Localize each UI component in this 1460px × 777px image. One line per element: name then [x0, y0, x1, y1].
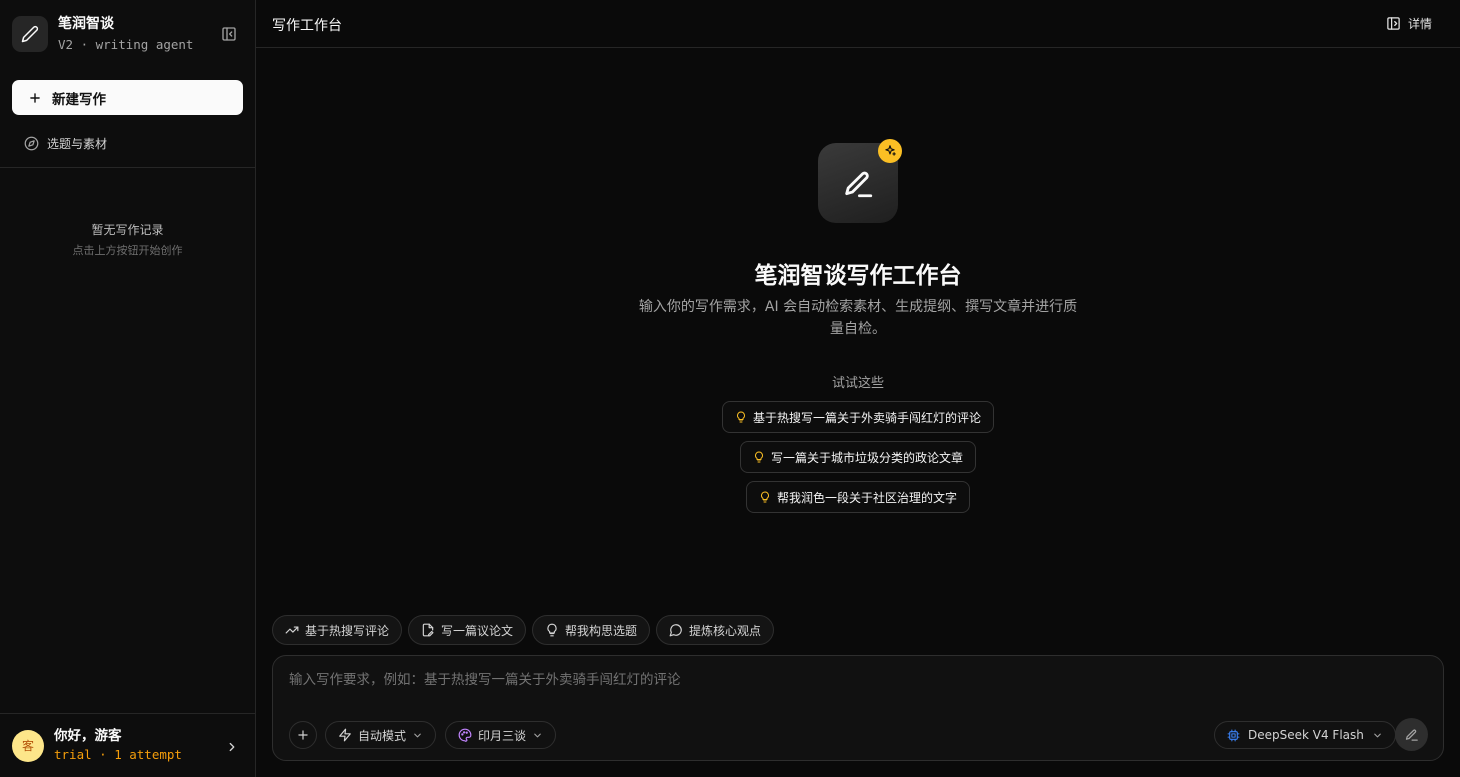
suggestion-label: 基于热搜写一篇关于外卖骑手闯红灯的评论 [753, 410, 982, 425]
palette-icon [458, 728, 472, 742]
sidebar-item-topics[interactable]: 选题与素材 [24, 135, 107, 152]
user-plan: trial · 1 attempt [54, 747, 182, 762]
mode-label: 自动模式 [358, 728, 407, 743]
prompt-input[interactable] [289, 668, 1419, 692]
collapse-sidebar-icon[interactable] [220, 25, 238, 43]
details-button[interactable]: 详情 [1386, 15, 1432, 32]
hero-description: 输入你的写作需求，AI 会自动检索素材、生成提纲、撰写文章并进行质量自检。 [638, 299, 1078, 337]
app-root: 笔润智谈 V2 · writing agent 新建写作 选题与素材 暂无写作记… [0, 0, 1460, 777]
trending-up-icon [285, 623, 299, 637]
lightbulb-icon [545, 623, 559, 637]
chip-label: 写一篇议论文 [441, 623, 514, 638]
model-select[interactable]: DeepSeek V4 Flash [1214, 721, 1396, 749]
new-writing-label: 新建写作 [52, 91, 106, 108]
chevron-down-icon [412, 730, 423, 741]
message-circle-icon [669, 623, 683, 637]
style-select[interactable]: 印月三谈 [445, 721, 557, 749]
page-title: 写作工作台 [272, 18, 342, 34]
composer: 自动模式 印月三谈 DeepSeek V4 Flash [272, 655, 1444, 761]
brand: 笔润智谈 V2 · writing agent [12, 16, 193, 52]
user-info: 你好，游客 trial · 1 attempt [54, 728, 182, 763]
model-label: DeepSeek V4 Flash [1248, 728, 1364, 742]
chevron-right-icon [225, 739, 239, 758]
user-menu[interactable]: 客 你好，游客 trial · 1 attempt [0, 713, 255, 777]
attach-button[interactable] [289, 721, 317, 749]
suggestion-label: 帮我润色一段关于社区治理的文字 [777, 490, 958, 505]
brand-name: 笔润智谈 [58, 16, 114, 32]
panel-right-icon [1386, 16, 1401, 31]
empty-state-subtitle: 点击上方按钮开始创作 [72, 244, 183, 257]
suggestion-item[interactable]: 基于热搜写一篇关于外卖骑手闯红灯的评论 [722, 401, 995, 433]
chip-essay[interactable]: 写一篇议论文 [408, 615, 527, 645]
divider [0, 167, 255, 168]
chip-label: 提炼核心观点 [689, 623, 762, 638]
avatar: 客 [12, 729, 44, 762]
brand-text: 笔润智谈 V2 · writing agent [58, 16, 193, 52]
zap-icon [338, 728, 352, 742]
lightbulb-icon [735, 411, 747, 423]
empty-state-title: 暂无写作记录 [91, 223, 164, 237]
brand-subtitle: V2 · writing agent [58, 37, 194, 52]
sidebar: 笔润智谈 V2 · writing agent 新建写作 选题与素材 暂无写作记… [0, 0, 256, 777]
details-label: 详情 [1408, 17, 1433, 31]
new-writing-button[interactable]: 新建写作 [12, 80, 243, 115]
chip-key-points[interactable]: 提炼核心观点 [656, 615, 775, 645]
suggestion-label: 写一篇关于城市垃圾分类的政论文章 [771, 450, 964, 465]
chip-hot-comment[interactable]: 基于热搜写评论 [272, 615, 403, 645]
sparkles-icon [878, 139, 902, 163]
send-button[interactable] [1395, 718, 1428, 751]
mode-select[interactable]: 自动模式 [325, 721, 437, 749]
chip-label: 帮我构思选题 [565, 623, 638, 638]
suggestions-label: 试试这些 [831, 376, 884, 391]
chevron-down-icon [532, 730, 543, 741]
lightbulb-icon [753, 451, 765, 463]
suggestion-item[interactable]: 写一篇关于城市垃圾分类的政论文章 [740, 441, 977, 473]
top-bar: 写作工作台 详情 [256, 0, 1460, 48]
chip-brainstorm[interactable]: 帮我构思选题 [532, 615, 651, 645]
main-panel: 写作工作台 详情 笔润智谈写作工作台 输入你的写作需求，AI 会自动检索素材、生… [256, 0, 1460, 777]
compass-icon [24, 136, 39, 151]
chevron-down-icon [1372, 730, 1383, 741]
chip-label: 基于热搜写评论 [305, 623, 390, 638]
cpu-icon [1227, 729, 1240, 742]
suggestion-item[interactable]: 帮我润色一段关于社区治理的文字 [746, 481, 971, 513]
style-label: 印月三谈 [478, 728, 527, 743]
file-pen-icon [421, 623, 435, 637]
user-name: 你好，游客 [54, 728, 122, 744]
plus-icon [296, 728, 310, 742]
plus-icon [28, 91, 44, 105]
pen-icon [12, 16, 48, 52]
lightbulb-icon [759, 491, 771, 503]
sidebar-item-label: 选题与素材 [47, 137, 108, 151]
hero-title: 笔润智谈写作工作台 [754, 263, 962, 289]
pen-send-icon [1404, 727, 1419, 742]
